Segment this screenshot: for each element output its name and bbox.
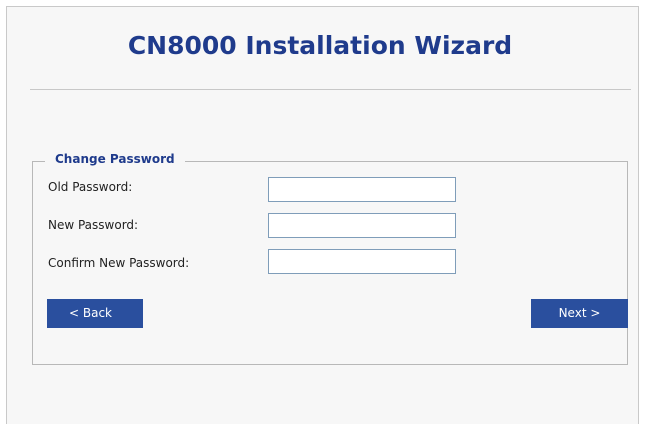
page-title: CN8000 Installation Wizard [127,31,513,60]
confirm-new-password-label: Confirm New Password: [48,256,190,270]
old-password-label: Old Password: [48,180,133,194]
title-divider [30,89,631,90]
change-password-legend: Change Password [45,152,185,166]
confirm-new-password-field[interactable] [268,249,456,274]
back-button[interactable]: < Back [47,299,143,328]
new-password-label: New Password: [48,218,139,232]
old-password-field[interactable] [268,177,456,202]
next-button[interactable]: Next > [531,299,628,328]
new-password-field[interactable] [268,213,456,238]
